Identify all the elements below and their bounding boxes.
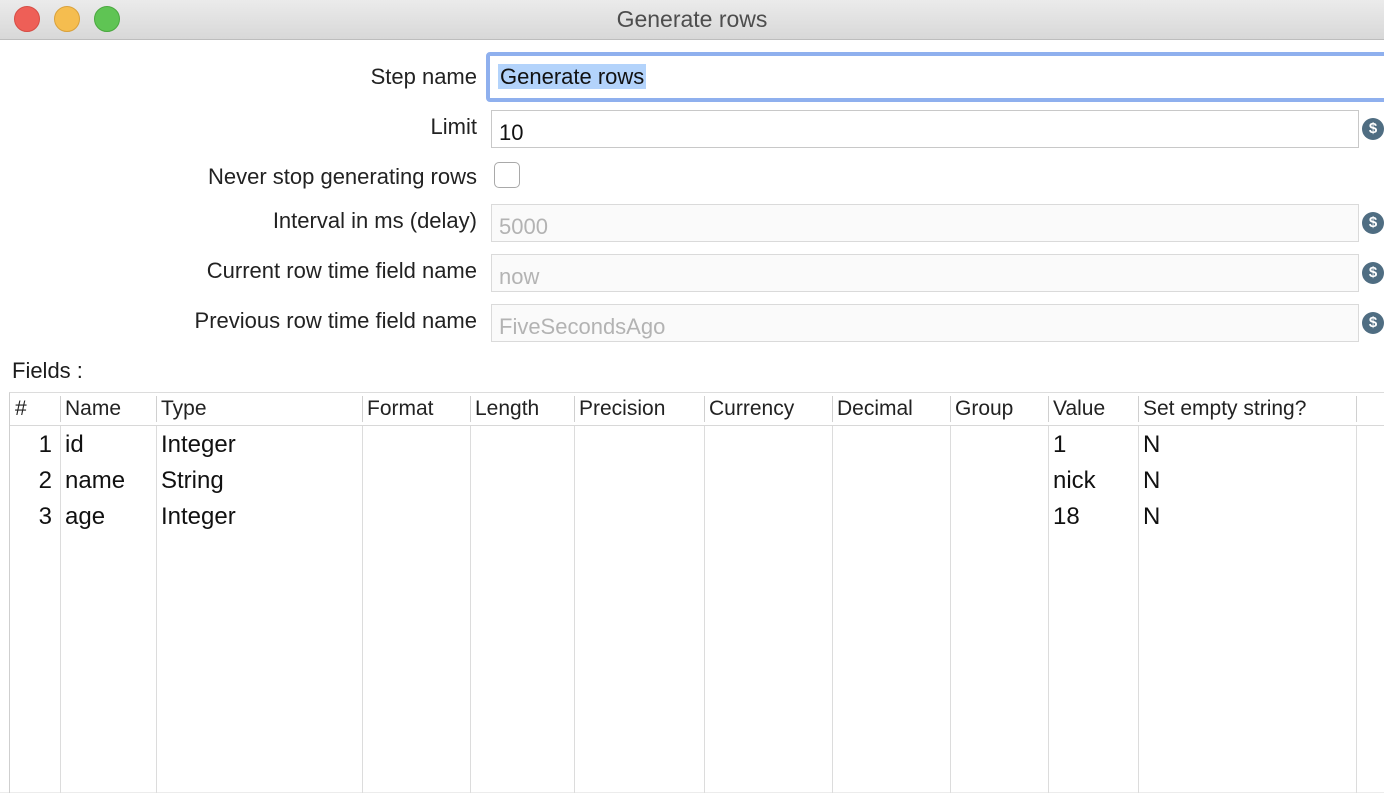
fields-label: Fields :: [12, 358, 83, 383]
row-number: 1: [38, 431, 52, 458]
column-divider[interactable]: [1138, 396, 1139, 422]
current-time-label: Current row time field name: [206, 258, 477, 283]
grid-line: [704, 426, 705, 793]
column-header[interactable]: Precision: [574, 393, 665, 425]
column-divider[interactable]: [1048, 396, 1049, 422]
cell-value[interactable]: 1: [1053, 431, 1066, 459]
window-title: Generate rows: [616, 6, 768, 32]
variable-dollar-icon[interactable]: $: [1362, 262, 1384, 284]
cell-type[interactable]: String: [161, 467, 224, 495]
limit-label: Limit: [430, 114, 477, 139]
column-header[interactable]: Length: [470, 393, 539, 425]
step-name-label: Step name: [370, 64, 477, 89]
column-header[interactable]: Name: [60, 393, 121, 425]
cell-value[interactable]: nick: [1053, 467, 1096, 495]
interval-input[interactable]: 5000: [491, 204, 1359, 242]
column-header[interactable]: Decimal: [832, 393, 913, 425]
limit-input[interactable]: 10: [491, 110, 1359, 148]
cell-name[interactable]: age: [65, 503, 105, 531]
row-number: 2: [38, 467, 52, 494]
grid-line: [950, 426, 951, 793]
grid-line: [470, 426, 471, 793]
column-header[interactable]: Currency: [704, 393, 794, 425]
cell-set-empty[interactable]: N: [1143, 467, 1160, 495]
previous-time-input[interactable]: FiveSecondsAgo: [491, 304, 1359, 342]
column-header[interactable]: #: [10, 393, 27, 425]
column-divider[interactable]: [60, 396, 61, 422]
column-header[interactable]: Format: [362, 393, 434, 425]
window-titlebar: Generate rows: [0, 0, 1384, 40]
column-divider[interactable]: [950, 396, 951, 422]
previous-time-label: Previous row time field name: [194, 308, 477, 333]
grid-line: [362, 426, 363, 793]
never-stop-label: Never stop generating rows: [207, 164, 477, 189]
cell-type[interactable]: Integer: [161, 503, 236, 531]
column-divider[interactable]: [574, 396, 575, 422]
cell-type[interactable]: Integer: [161, 431, 236, 459]
dialog-content: Step name Generate rows Limit 10 $ Never…: [0, 40, 1384, 793]
column-header[interactable]: Group: [950, 393, 1013, 425]
column-header[interactable]: Set empty string?: [1138, 393, 1306, 425]
current-time-input[interactable]: now: [491, 254, 1359, 292]
interval-label: Interval in ms (delay): [272, 208, 477, 233]
cell-set-empty[interactable]: N: [1143, 503, 1160, 531]
grid-line: [1138, 426, 1139, 793]
row-number: 3: [38, 503, 52, 530]
grid-line: [1356, 426, 1357, 793]
grid-line: [156, 426, 157, 793]
grid-line: [60, 426, 61, 793]
step-name-value: Generate rows: [498, 64, 647, 89]
variable-dollar-icon[interactable]: $: [1362, 212, 1384, 234]
variable-dollar-icon[interactable]: $: [1362, 312, 1384, 334]
header-divider: [10, 425, 1384, 426]
column-divider[interactable]: [362, 396, 363, 422]
grid-line: [832, 426, 833, 793]
column-divider[interactable]: [156, 396, 157, 422]
grid-line: [574, 426, 575, 793]
cell-value[interactable]: 18: [1053, 503, 1080, 531]
fields-table[interactable]: # Name Type Format Length Precision Curr…: [9, 392, 1384, 793]
cell-set-empty[interactable]: N: [1143, 431, 1160, 459]
column-divider[interactable]: [470, 396, 471, 422]
never-stop-checkbox[interactable]: [494, 162, 520, 188]
variable-dollar-icon[interactable]: $: [1362, 118, 1384, 140]
column-divider[interactable]: [1356, 396, 1357, 422]
grid-line: [1048, 426, 1049, 793]
cell-name[interactable]: id: [65, 431, 84, 459]
column-divider[interactable]: [704, 396, 705, 422]
column-header[interactable]: Type: [156, 393, 207, 425]
column-header[interactable]: Value: [1048, 393, 1105, 425]
step-name-input[interactable]: Generate rows: [486, 52, 1384, 102]
cell-name[interactable]: name: [65, 467, 125, 495]
column-divider[interactable]: [832, 396, 833, 422]
